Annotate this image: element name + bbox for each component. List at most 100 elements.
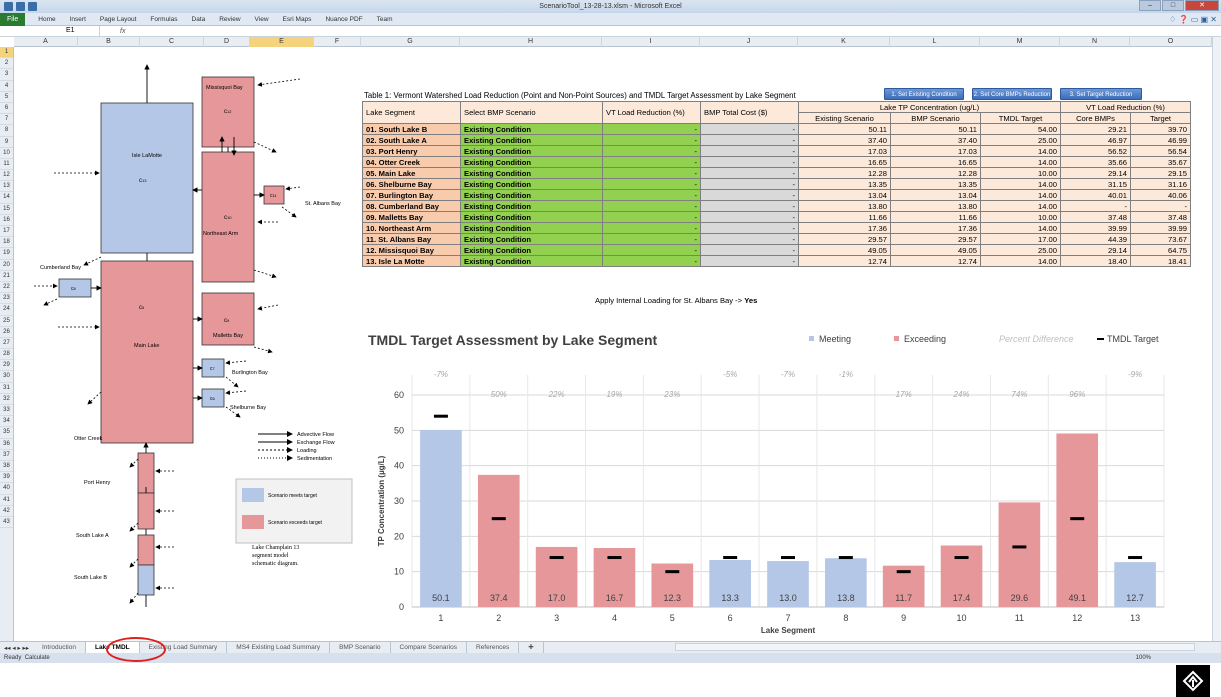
name-box[interactable]: E1 bbox=[0, 26, 100, 36]
close-button[interactable]: ✕ bbox=[1185, 0, 1219, 11]
column-header[interactable]: F bbox=[314, 37, 361, 47]
scenario-select[interactable]: Existing Condition bbox=[460, 134, 603, 146]
row-header[interactable]: 7 bbox=[0, 114, 13, 126]
maximize-button[interactable]: □ bbox=[1162, 0, 1184, 11]
row-header[interactable]: 18 bbox=[0, 237, 13, 249]
row-header[interactable]: 29 bbox=[0, 360, 13, 372]
row-header[interactable]: 35 bbox=[0, 427, 13, 439]
scenario-select[interactable]: Existing Condition bbox=[460, 189, 603, 201]
row-header[interactable]: 22 bbox=[0, 282, 13, 294]
horizontal-scrollbar[interactable] bbox=[675, 643, 1195, 651]
column-header[interactable]: M bbox=[980, 37, 1060, 47]
row-header[interactable]: 10 bbox=[0, 148, 13, 159]
row-header[interactable]: 16 bbox=[0, 215, 13, 226]
tab-page-layout[interactable]: Page Layout bbox=[93, 16, 144, 23]
tab-esri-maps[interactable]: Esri Maps bbox=[276, 16, 319, 23]
scenario-select[interactable]: Existing Condition bbox=[460, 167, 603, 179]
set-existing-condition-button[interactable]: 1. Set Existing Condition bbox=[884, 88, 964, 100]
row-header[interactable]: 24 bbox=[0, 304, 13, 316]
row-header[interactable]: 40 bbox=[0, 483, 13, 495]
row-header[interactable]: 8 bbox=[0, 125, 13, 137]
set-core-bmps-button[interactable]: 2. Set Core BMPs Reduction bbox=[972, 88, 1052, 100]
row-header[interactable]: 30 bbox=[0, 371, 13, 383]
tab-review[interactable]: Review bbox=[212, 16, 247, 23]
row-header[interactable]: 36 bbox=[0, 439, 13, 450]
bar[interactable] bbox=[477, 474, 520, 607]
row-header[interactable]: 20 bbox=[0, 260, 13, 271]
row-header[interactable]: 31 bbox=[0, 383, 13, 394]
tmdl-chart[interactable]: TMDL Target Assessment by Lake Segment Me… bbox=[364, 319, 1174, 639]
row-header[interactable]: 1 bbox=[0, 47, 13, 59]
column-header[interactable]: B bbox=[78, 37, 140, 47]
column-header[interactable]: D bbox=[204, 37, 250, 47]
row-header[interactable]: 43 bbox=[0, 517, 13, 529]
row-header[interactable]: 28 bbox=[0, 349, 13, 361]
row-header[interactable]: 33 bbox=[0, 405, 13, 417]
row-header[interactable]: 4 bbox=[0, 81, 13, 92]
tab-view[interactable]: View bbox=[248, 16, 276, 23]
scenario-select[interactable]: Existing Condition bbox=[460, 156, 603, 168]
row-header[interactable]: 37 bbox=[0, 450, 13, 461]
row-header[interactable]: 23 bbox=[0, 293, 13, 305]
scenario-select[interactable]: Existing Condition bbox=[460, 222, 603, 234]
zoom-level[interactable]: 100% bbox=[1136, 655, 1151, 661]
row-header[interactable]: 19 bbox=[0, 248, 13, 260]
scenario-select[interactable]: Existing Condition bbox=[460, 145, 603, 157]
tab-introduction[interactable]: Introduction bbox=[33, 641, 86, 654]
column-header[interactable]: J bbox=[700, 37, 798, 47]
fx-icon[interactable]: fx bbox=[100, 28, 125, 35]
bar[interactable] bbox=[420, 429, 462, 607]
column-header[interactable]: I bbox=[602, 37, 700, 47]
row-header[interactable]: 17 bbox=[0, 226, 13, 238]
row-header[interactable]: 25 bbox=[0, 316, 13, 327]
column-header-selected[interactable]: E bbox=[250, 37, 314, 47]
row-header[interactable]: 12 bbox=[0, 170, 13, 182]
row-header[interactable]: 26 bbox=[0, 327, 13, 338]
row-header[interactable]: 3 bbox=[0, 69, 13, 81]
column-header[interactable]: C bbox=[140, 37, 204, 47]
sheet-nav-icon[interactable]: ◂◂ ◂ ▸ ▸▸ bbox=[0, 644, 33, 652]
row-header[interactable]: 13 bbox=[0, 181, 13, 193]
row-header[interactable]: 11 bbox=[0, 159, 13, 171]
row-header[interactable]: 42 bbox=[0, 506, 13, 517]
row-header[interactable]: 2 bbox=[0, 58, 13, 70]
scenario-select[interactable]: Existing Condition bbox=[460, 123, 603, 135]
worksheet[interactable]: Isle LaMotte c13 Missisquoi Bay c12 Nort… bbox=[14, 47, 1212, 697]
column-header[interactable]: K bbox=[798, 37, 890, 47]
column-header[interactable]: O bbox=[1130, 37, 1212, 47]
row-header[interactable]: 38 bbox=[0, 461, 13, 473]
bar[interactable] bbox=[1056, 433, 1099, 607]
file-tab[interactable]: File bbox=[0, 12, 26, 26]
row-header[interactable]: 21 bbox=[0, 271, 13, 282]
internal-loading-value[interactable]: Yes bbox=[744, 296, 757, 305]
vertical-scrollbar[interactable] bbox=[1212, 37, 1221, 641]
row-header[interactable]: 34 bbox=[0, 416, 13, 428]
tab-team[interactable]: Team bbox=[370, 16, 400, 23]
row-header[interactable]: 15 bbox=[0, 204, 13, 215]
row-header[interactable]: 39 bbox=[0, 472, 13, 484]
row-header[interactable]: 41 bbox=[0, 495, 13, 506]
tab-formulas[interactable]: Formulas bbox=[143, 16, 184, 23]
scenario-select[interactable]: Existing Condition bbox=[460, 255, 603, 267]
minimize-button[interactable]: – bbox=[1139, 0, 1161, 11]
tab-insert[interactable]: Insert bbox=[63, 16, 93, 23]
insert-sheet-icon[interactable]: ✚ bbox=[519, 641, 544, 654]
row-header[interactable]: 5 bbox=[0, 92, 13, 103]
tab-ms4-existing-load-summary[interactable]: MS4 Existing Load Summary bbox=[227, 641, 331, 654]
scenario-select[interactable]: Existing Condition bbox=[460, 233, 603, 245]
column-header[interactable]: H bbox=[460, 37, 602, 47]
row-header[interactable]: 6 bbox=[0, 103, 13, 115]
bar[interactable] bbox=[998, 502, 1041, 607]
set-target-reduction-button[interactable]: 3. Set Target Reduction bbox=[1060, 88, 1142, 100]
column-header[interactable]: L bbox=[890, 37, 980, 47]
tab-data[interactable]: Data bbox=[185, 16, 213, 23]
scenario-select[interactable]: Existing Condition bbox=[460, 211, 603, 223]
tab-references[interactable]: References bbox=[467, 641, 520, 654]
scenario-select[interactable]: Existing Condition bbox=[460, 178, 603, 190]
row-header[interactable]: 27 bbox=[0, 338, 13, 350]
column-header[interactable]: N bbox=[1060, 37, 1130, 47]
row-header[interactable]: 9 bbox=[0, 137, 13, 148]
row-header[interactable]: 14 bbox=[0, 192, 13, 204]
column-header[interactable]: G bbox=[361, 37, 460, 47]
column-header[interactable]: A bbox=[14, 37, 78, 47]
